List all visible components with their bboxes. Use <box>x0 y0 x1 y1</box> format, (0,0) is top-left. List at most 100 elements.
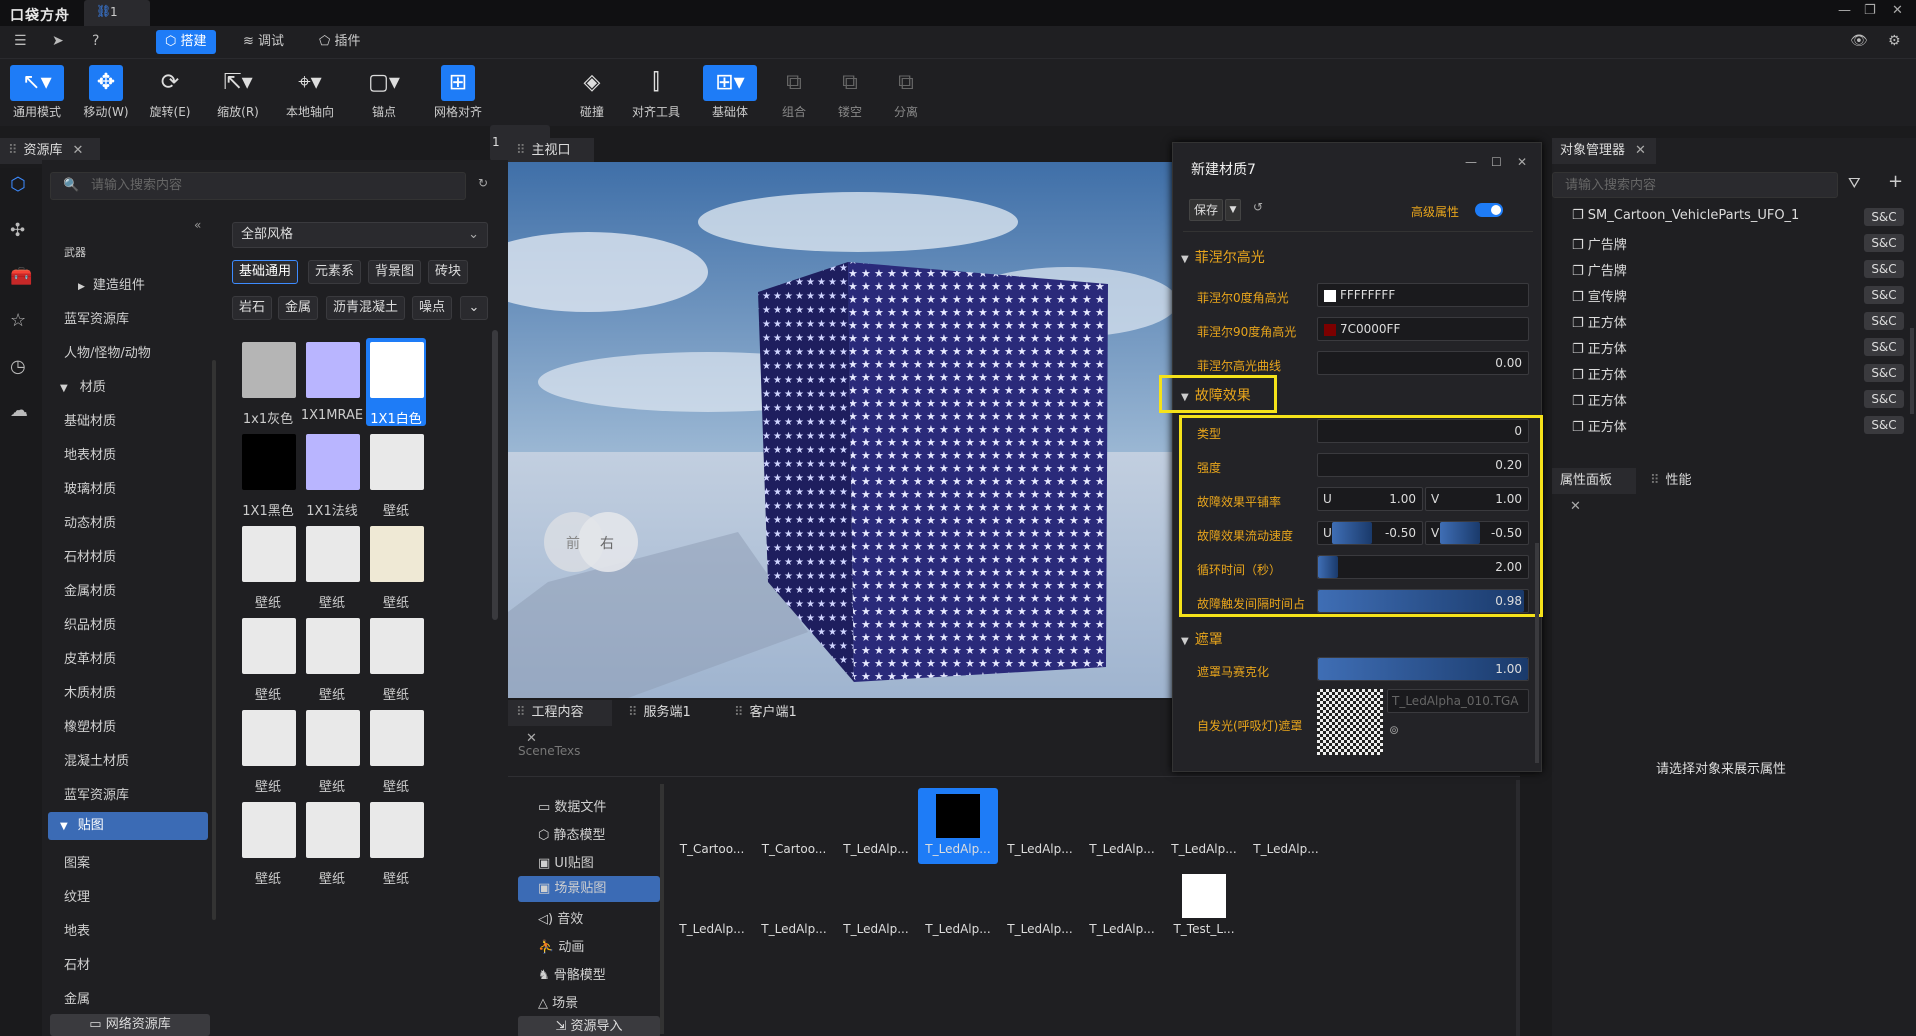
tool-general-mode[interactable]: ↖▾ 通用模式 <box>3 65 71 123</box>
tree-item[interactable]: 木质材质 <box>64 682 116 701</box>
tree-item[interactable]: 石材 <box>64 954 90 973</box>
tree-scrollbar[interactable] <box>212 360 216 920</box>
glitch-trigger-field[interactable]: 0.98 <box>1317 589 1529 613</box>
fresnel-curve-field[interactable]: 0.00 <box>1317 351 1529 375</box>
sc-badge[interactable]: S&C <box>1864 234 1904 252</box>
tree-item[interactable]: 人物/怪物/动物 <box>64 342 151 361</box>
close-icon[interactable]: ✕ <box>1892 3 1903 18</box>
sc-badge[interactable]: S&C <box>1864 338 1904 356</box>
sc-badge[interactable]: S&C <box>1864 286 1904 304</box>
tree-item[interactable]: 基础材质 <box>64 410 116 429</box>
asset-file[interactable]: T_LedAlp... <box>672 868 752 944</box>
tool-anchor[interactable]: ▢▾ 锚点 <box>350 65 418 123</box>
tool-collision[interactable]: ◈ 碰撞 <box>558 65 626 123</box>
nav-scrollbar[interactable] <box>660 784 664 1034</box>
grid-scrollbar[interactable] <box>492 330 498 620</box>
locate-icon[interactable]: ⊚ <box>1389 723 1399 737</box>
tree-item[interactable]: 金属材质 <box>64 580 116 599</box>
texture-thumb-item[interactable]: 壁纸 <box>366 430 426 519</box>
tab-project[interactable]: ⠿ 工程内容✕ <box>508 700 612 746</box>
texture-thumb-item[interactable]: 1x1灰色 <box>238 338 298 427</box>
object-row[interactable]: ❐ 正方体 <box>1572 338 1902 357</box>
texture-thumb-item[interactable]: 壁纸 <box>366 706 426 795</box>
object-row[interactable]: ❐ 正方体 <box>1572 416 1902 435</box>
restore-icon[interactable]: ❐ <box>1864 3 1876 18</box>
asset-file[interactable]: T_Test_L... <box>1164 868 1244 944</box>
chip-noise[interactable]: 噪点 <box>412 296 453 320</box>
asset-file[interactable]: T_LedAlp... <box>918 788 998 864</box>
texture-thumb-item[interactable]: 1X1法线 <box>302 430 362 519</box>
texture-thumb-item[interactable]: 壁纸 <box>238 798 298 887</box>
texture-thumb-item[interactable]: 1X1黑色 <box>238 430 298 519</box>
dialog-scrollbar[interactable] <box>1535 543 1539 763</box>
fresnel-0-color[interactable]: FFFFFFFF <box>1317 283 1529 307</box>
tree-item[interactable]: 皮革材质 <box>64 648 116 667</box>
chip-brick[interactable]: 砖块 <box>428 260 469 284</box>
asset-file[interactable]: T_LedAlp... <box>1246 788 1326 864</box>
texture-thumb-item[interactable]: 壁纸 <box>302 706 362 795</box>
mask-texture-name[interactable]: T_LedAlpha_010.TGA <box>1387 689 1529 713</box>
sc-badge[interactable]: S&C <box>1864 312 1904 330</box>
clock-icon[interactable]: ◷ <box>10 356 34 380</box>
texture-thumb-item[interactable]: 壁纸 <box>302 614 362 703</box>
nav-scene-texture[interactable]: ▣ 场景贴图 <box>518 876 660 902</box>
object-search-input[interactable]: 请输入搜索内容 <box>1552 172 1838 198</box>
asset-file[interactable]: T_LedAlp... <box>1000 788 1080 864</box>
chip-rock[interactable]: 岩石 <box>232 296 273 320</box>
chip-metal[interactable]: 金属 <box>278 296 319 320</box>
tree-item[interactable]: 地表 <box>64 920 90 939</box>
chip-basic[interactable]: 基础通用 <box>232 260 299 284</box>
nav-sound[interactable]: ◁) 音效 <box>538 908 583 927</box>
tool-local-axis[interactable]: ⌖▾ 本地轴向 <box>276 65 344 123</box>
save-button[interactable]: 保存 <box>1189 199 1223 221</box>
object-row[interactable]: ❐ 广告牌 <box>1572 260 1902 279</box>
fresnel-90-color[interactable]: 7C0000FF <box>1317 317 1529 341</box>
texture-thumb-item[interactable]: 壁纸 <box>238 614 298 703</box>
tree-item[interactable]: 石材材质 <box>64 546 116 565</box>
sc-badge[interactable]: S&C <box>1864 208 1904 226</box>
object-row[interactable]: ❐ 宣传牌 <box>1572 286 1902 305</box>
undo-icon[interactable]: ↺ <box>1253 200 1263 214</box>
star-icon[interactable]: ☆ <box>10 310 34 334</box>
file-tab[interactable]: ⛓ 1 <box>84 0 150 26</box>
asset-file[interactable]: T_LedAlp... <box>1000 868 1080 944</box>
maximize-icon[interactable]: ☐ <box>1491 155 1502 169</box>
minimize-icon[interactable]: — <box>1465 155 1477 169</box>
asset-file[interactable]: T_LedAlp... <box>1082 788 1162 864</box>
asset-file[interactable]: T_LedAlp... <box>918 868 998 944</box>
asset-file[interactable]: T_LedAlp... <box>836 868 916 944</box>
asset-file[interactable]: T_Cartoo... <box>672 788 752 864</box>
tree-item[interactable]: 橡塑材质 <box>64 716 116 735</box>
section-mask[interactable]: ▼ 遮罩 <box>1181 629 1223 649</box>
asset-file[interactable]: T_Cartoo... <box>754 788 834 864</box>
section-glitch[interactable]: ▼ 故障效果 <box>1181 385 1251 405</box>
tab-build[interactable]: ⬡ 搭建 <box>156 30 216 54</box>
tree-item[interactable]: 动态材质 <box>64 512 116 531</box>
tree-item[interactable]: 金属 <box>64 988 90 1007</box>
shapes-icon[interactable]: ⬡ <box>10 174 34 198</box>
tree-item-textures[interactable]: ▼ 贴图 <box>48 812 208 840</box>
texture-thumb-item[interactable]: 壁纸 <box>238 706 298 795</box>
glitch-cycle-field[interactable]: 2.00 <box>1317 555 1529 579</box>
tool-align[interactable]: ⫿ 对齐工具 <box>622 65 690 123</box>
chip-element[interactable]: 元素系 <box>308 260 362 284</box>
tree-item[interactable]: 蓝军资源库 <box>64 784 129 803</box>
glitch-strength-field[interactable]: 0.20 <box>1317 453 1529 477</box>
nav-ui-texture[interactable]: ▣ UI贴图 <box>538 852 594 871</box>
object-row[interactable]: ❐ 正方体 <box>1572 364 1902 383</box>
tree-item[interactable]: 混凝土材质 <box>64 750 129 769</box>
texture-thumb-item[interactable]: 壁纸 <box>302 798 362 887</box>
glitch-flow-u[interactable]: U -0.50 <box>1317 521 1423 545</box>
scene-render[interactable]: ★ ★ 前 右 <box>508 162 1172 698</box>
tab-client[interactable]: ⠿ 客户端1 <box>726 700 808 726</box>
chip-background[interactable]: 背景图 <box>368 260 422 284</box>
nav-data-files[interactable]: ▭ 数据文件 <box>538 796 606 815</box>
hamburger-icon[interactable]: ☰ <box>14 33 27 49</box>
close-icon[interactable]: ✕ <box>73 143 84 158</box>
asset-file[interactable]: T_LedAlp... <box>754 868 834 944</box>
texture-thumb-item[interactable]: 1X1MRAE <box>301 338 363 426</box>
sc-badge[interactable]: S&C <box>1864 260 1904 278</box>
object-row[interactable]: ❐ 广告牌 <box>1572 234 1902 253</box>
tab-object-manager[interactable]: 对象管理器 ✕ <box>1552 138 1656 164</box>
tree-item[interactable]: ▼ 材质 <box>60 376 106 395</box>
